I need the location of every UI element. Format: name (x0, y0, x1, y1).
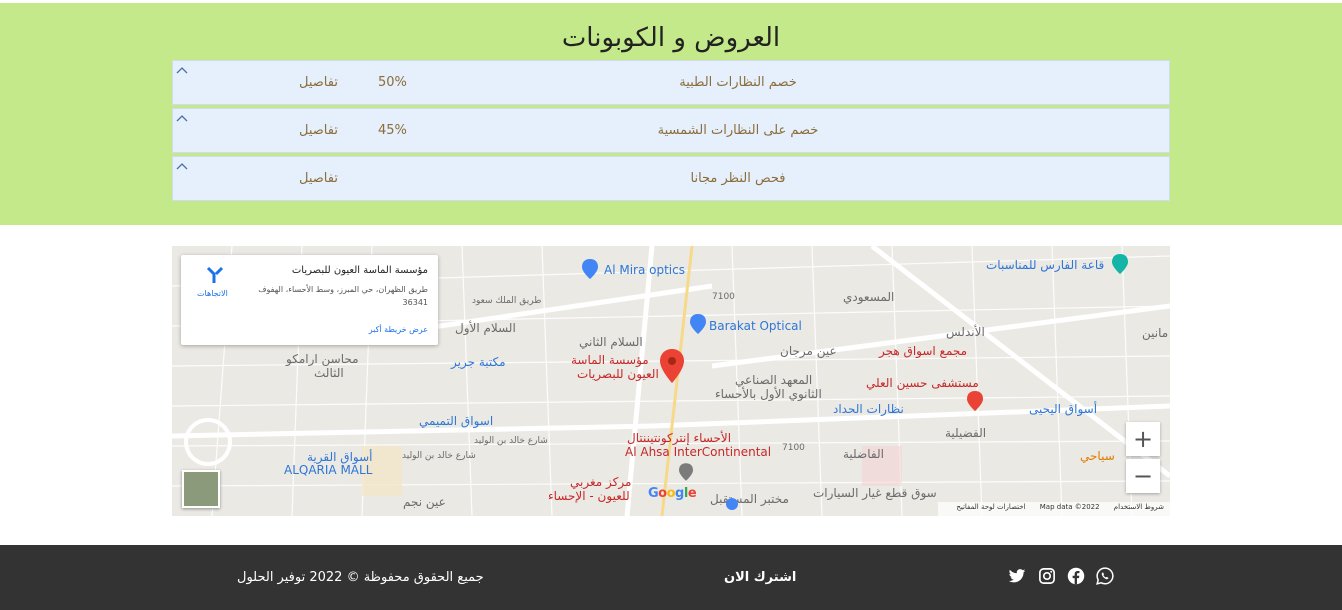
shopping-pin-icon[interactable] (582, 259, 598, 279)
offer-row[interactable]: تفاصيل 45% خصم على النظارات الشمسية (172, 108, 1170, 153)
map-label: سوق قطع غيار السيارات (813, 486, 937, 500)
map-label[interactable]: للعيون - الإحساء (548, 489, 630, 503)
map-label: طريق الملك سعود (472, 296, 542, 306)
map-label: الفضيلية (945, 426, 987, 440)
facebook-icon[interactable] (1067, 567, 1085, 585)
map-label: مختبر المستقبل (710, 492, 789, 506)
map-label: شارع خالد بن الوليد (402, 451, 476, 461)
map-label: محاسن ارامكو (286, 352, 359, 366)
map-label: السلام الثاني (579, 335, 643, 349)
map-label[interactable]: الأحساء إنتركونتيننتال (627, 431, 731, 445)
satellite-toggle[interactable] (182, 470, 220, 508)
map-label[interactable]: أسواق اليحيى (1029, 402, 1097, 416)
minus-icon: − (1132, 462, 1154, 490)
location-pin-icon[interactable] (660, 349, 684, 383)
whatsapp-icon[interactable] (1096, 567, 1114, 585)
zoom-in-button[interactable]: + (1126, 422, 1160, 456)
map-label: 7100 (782, 443, 805, 453)
map-label: الأندلس (946, 325, 985, 339)
map-label[interactable]: مكتبة جرير (451, 355, 506, 369)
place-info-card: مؤسسة الماسة العيون للبصريات طريق الظهرا… (181, 255, 438, 345)
map-label[interactable]: نظارات الحداد (833, 402, 904, 416)
offer-name: خصم على النظارات الشمسية (657, 123, 819, 138)
chevron-up-icon[interactable] (176, 161, 188, 173)
map-label: المسعودي (843, 290, 895, 304)
offer-details-link[interactable]: تفاصيل (299, 123, 338, 138)
place-pin-icon[interactable] (679, 463, 693, 481)
map-label: المعهد الصناعي (735, 373, 813, 387)
hospital-pin-icon[interactable] (967, 391, 983, 411)
map-label[interactable]: اسواق التميمي (419, 414, 493, 428)
map-label[interactable]: العيون للبصريات (577, 367, 659, 381)
keyboard-shortcuts-link[interactable]: اختصارات لوحة المفاتيح (956, 503, 1025, 511)
directions-icon[interactable] (205, 265, 225, 285)
map-label[interactable]: Barakat Optical (709, 319, 802, 333)
google-logo: Google (648, 486, 697, 501)
chevron-up-icon[interactable] (176, 65, 188, 77)
plus-icon: + (1132, 425, 1154, 453)
larger-map-link[interactable]: عرض خريطة أكبر (369, 325, 428, 334)
place-pin-icon[interactable] (726, 498, 738, 514)
map-label: شارع خالد بن الوليد (474, 436, 548, 446)
place-address: طريق الظهران، حي المبرز، وسط الأحساء، ال… (258, 285, 428, 307)
map-attribution: اختصارات لوحة المفاتيح Map data ©2022 شر… (938, 502, 1170, 516)
map-label[interactable]: مؤسسة الماسة (571, 353, 649, 367)
map-label: الفاضلية (843, 447, 884, 461)
zoom-out-button[interactable]: − (1126, 459, 1160, 493)
map-label[interactable]: ALQARIA MALL (284, 463, 372, 477)
offer-row[interactable]: تفاصيل 50% خصم النظارات الطبية (172, 60, 1170, 105)
map-label: عين مرجان (780, 344, 837, 358)
map-label: السلام الأول (455, 321, 516, 335)
map-label[interactable]: مجمع اسواق هجر (879, 344, 967, 358)
map-label[interactable]: Al Ahsa InterContinental (625, 445, 771, 459)
map-label[interactable]: مستشفى حسين العلي (866, 376, 979, 390)
embedded-map[interactable]: Al Mira optics Barakat Optical مؤسسة الم… (172, 246, 1170, 516)
offer-row[interactable]: تفاصيل فحص النظر مجانا (172, 156, 1170, 201)
offer-details-link[interactable]: تفاصيل (299, 171, 338, 186)
place-name: مؤسسة الماسة العيون للبصريات (291, 265, 428, 276)
chevron-up-icon[interactable] (176, 113, 188, 125)
copyright-text: جميع الحقوق محفوظة © 2022 توفير الحلول (237, 570, 484, 585)
offer-name: فحص النظر مجانا (690, 171, 786, 186)
terms-link[interactable]: شروط الاستخدام (1114, 503, 1164, 511)
venue-pin-icon[interactable] (1112, 254, 1128, 274)
map-label: الثانوي الأول بالأحساء (715, 387, 822, 401)
offer-percent: 50% (378, 75, 407, 90)
map-label: مانين (1142, 326, 1169, 340)
site-footer: جميع الحقوق محفوظة © 2022 توفير الحلول ا… (0, 545, 1342, 610)
map-label: سياحي (1080, 449, 1115, 463)
map-data-text: Map data ©2022 (1039, 503, 1100, 511)
instagram-icon[interactable] (1038, 567, 1056, 585)
map-label[interactable]: مركز مغربي (570, 475, 631, 489)
map-label[interactable]: قاعة الفارس للمناسبات (986, 258, 1104, 272)
offer-details-link[interactable]: تفاصيل (299, 75, 338, 90)
subscribe-link[interactable]: اشترك الان (724, 570, 796, 585)
offers-title: العروض و الكوبونات (561, 23, 781, 53)
map-label: الثالث (314, 366, 344, 380)
offer-percent: 45% (378, 123, 407, 138)
offer-name: خصم النظارات الطبية (679, 75, 797, 90)
map-label[interactable]: Al Mira optics (604, 263, 685, 277)
map-label[interactable]: أسواق القرية (307, 450, 373, 464)
shopping-pin-icon[interactable] (690, 314, 706, 334)
offers-section: العروض و الكوبونات تفاصيل 50% خصم النظار… (0, 3, 1342, 225)
twitter-icon[interactable] (1008, 567, 1026, 585)
map-label: 7100 (712, 292, 735, 302)
map-label: عين نجم (403, 495, 446, 509)
directions-label[interactable]: الاتجاهات (197, 289, 228, 298)
